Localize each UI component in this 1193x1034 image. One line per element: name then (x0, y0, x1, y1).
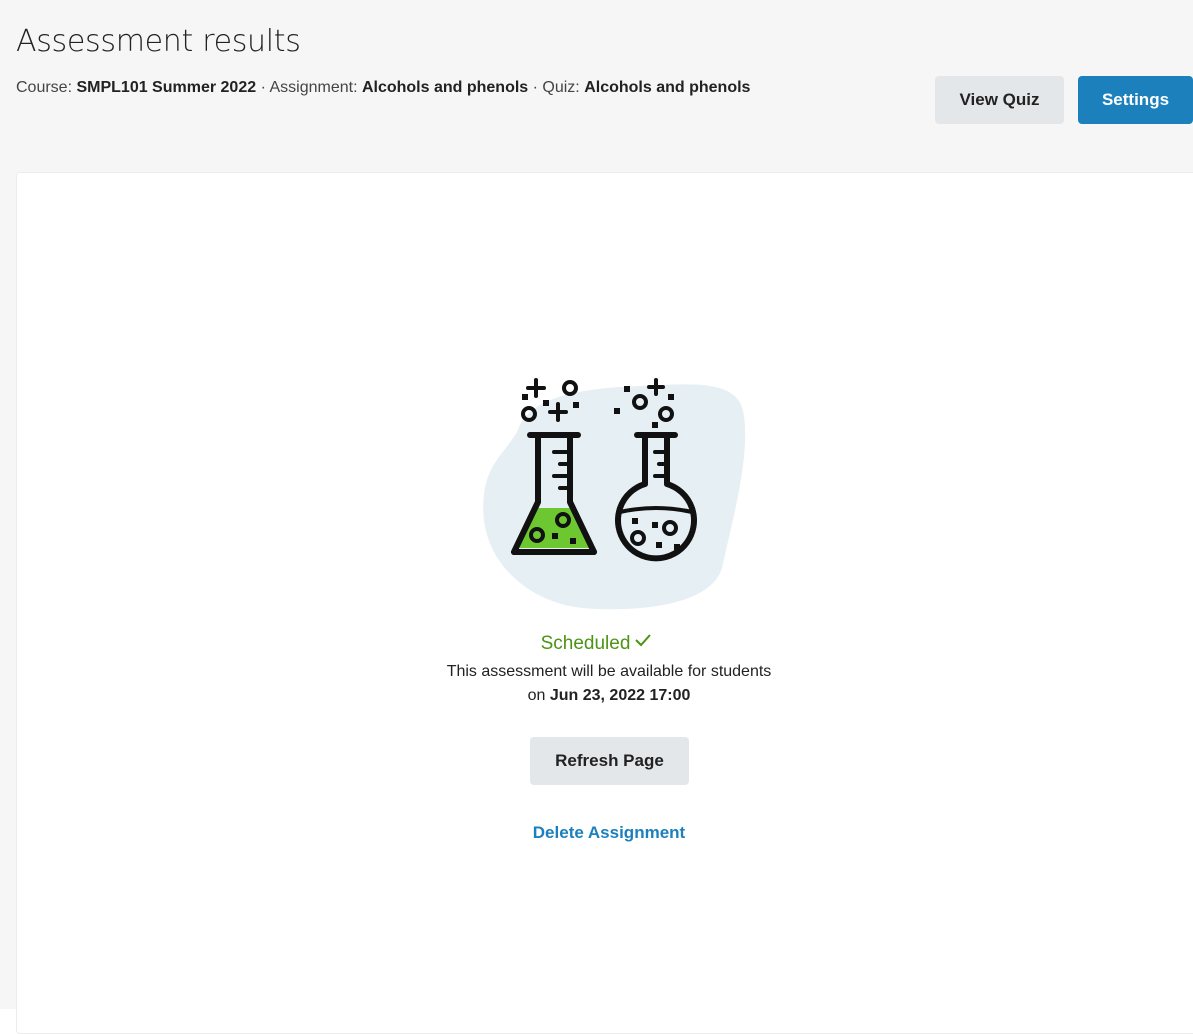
check-icon (634, 630, 652, 654)
science-flasks-icon (483, 378, 746, 610)
page-title: Assessment results (16, 24, 301, 59)
status-label: Scheduled (540, 633, 631, 654)
availability-line: This assessment will be available for st… (446, 663, 772, 680)
delete-assignment-link[interactable]: Delete Assignment (0, 822, 1193, 844)
breadcrumb-separator: · (528, 79, 543, 96)
settings-button[interactable]: Settings (1078, 76, 1193, 124)
breadcrumb-quiz: Alcohols and phenols (584, 79, 751, 96)
breadcrumb: Course: SMPL101 Summer 2022 · Assignment… (16, 78, 806, 98)
breadcrumb-course-label: Course: (16, 79, 77, 96)
refresh-page-button[interactable]: Refresh Page (530, 737, 689, 785)
view-quiz-button[interactable]: View Quiz (935, 76, 1064, 124)
breadcrumb-quiz-label: Quiz: (542, 79, 585, 96)
availability-date-line: on Jun 23, 2022 17:00 (0, 684, 1193, 708)
breadcrumb-assignment: Alcohols and phenols (361, 79, 529, 96)
availability-prefix: on (527, 687, 550, 704)
availability-message: This assessment will be available for st… (0, 660, 1193, 708)
availability-date: Jun 23, 2022 17:00 (549, 687, 691, 704)
breadcrumb-assignment-label: Assignment: (269, 79, 362, 96)
page: Assessment results Course: SMPL101 Summe… (0, 0, 1193, 1034)
breadcrumb-separator: · (256, 79, 270, 96)
status-badge: Scheduled (0, 630, 1193, 656)
breadcrumb-course: SMPL101 Summer 2022 (76, 79, 257, 96)
